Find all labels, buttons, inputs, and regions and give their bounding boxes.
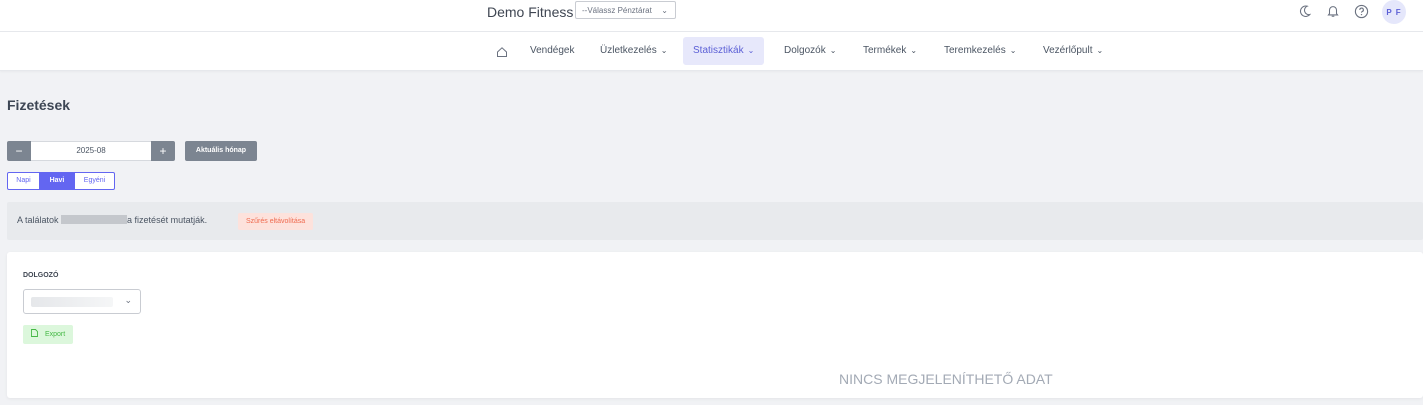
page-title: Fizetések bbox=[7, 97, 71, 113]
top-header: Demo Fitness --Válassz Pénztárat ⌄ P F bbox=[0, 0, 1423, 32]
month-value[interactable]: 2025-08 bbox=[31, 141, 151, 161]
employee-label: DOLGOZÓ bbox=[23, 272, 59, 279]
moon-icon[interactable] bbox=[1296, 2, 1314, 20]
chevron-down-icon: ⌄ bbox=[910, 46, 918, 55]
next-month-button[interactable]: + bbox=[151, 141, 175, 161]
view-mode-monthly[interactable]: Havi bbox=[40, 172, 74, 190]
nav-item-label: Teremkezelés bbox=[944, 45, 1006, 56]
nav-item-statisztikak[interactable]: Statisztikák ⌄ bbox=[683, 37, 765, 65]
nav-item-termekek[interactable]: Termékek ⌄ bbox=[863, 37, 917, 65]
nav-item-label: Vendégek bbox=[530, 45, 575, 56]
view-mode-custom[interactable]: Egyéni bbox=[74, 172, 115, 190]
filter-prefix: A találatok bbox=[17, 215, 59, 225]
brand-name: Demo Fitness bbox=[487, 4, 574, 20]
file-icon bbox=[31, 329, 40, 338]
nav-item-label: Dolgozók bbox=[784, 45, 826, 56]
payments-card: DOLGOZÓ ⌄ Export NINCS MEGJELENÍTHETŐ AD… bbox=[7, 252, 1423, 398]
export-button[interactable]: Export bbox=[23, 325, 74, 344]
chevron-down-icon: ⌄ bbox=[124, 295, 132, 305]
help-icon[interactable] bbox=[1352, 2, 1370, 20]
chevron-down-icon: ⌄ bbox=[1009, 46, 1017, 55]
nav-item-label: Termékek bbox=[863, 45, 907, 56]
chevron-down-icon: ⌄ bbox=[1096, 46, 1104, 55]
chevron-down-icon: ⌄ bbox=[747, 46, 755, 55]
nav-item-dolgozok[interactable]: Dolgozók ⌄ bbox=[784, 37, 836, 65]
employee-select[interactable]: ⌄ bbox=[23, 289, 141, 314]
nav-item-uzletkezeles[interactable]: Üzletkezelés ⌄ bbox=[600, 37, 667, 65]
filter-info-text: A találatok a fizetését mutatják. bbox=[17, 215, 207, 225]
bell-icon[interactable] bbox=[1324, 2, 1342, 20]
nav-item-vendegek[interactable]: Vendégek bbox=[530, 37, 575, 65]
home-icon[interactable] bbox=[496, 45, 508, 57]
nav-item-label: Vezérlőpult bbox=[1043, 45, 1093, 56]
chevron-down-icon: ⌄ bbox=[661, 6, 668, 15]
main-nav: Vendégek Üzletkezelés ⌄ Statisztikák ⌄ Dol… bbox=[0, 32, 1423, 71]
chevron-down-icon: ⌄ bbox=[660, 46, 668, 55]
nav-item-vezerlopult[interactable]: Vezérlőpult ⌄ bbox=[1043, 37, 1103, 65]
empty-state-text: NINCS MEGJELENÍTHETŐ ADAT bbox=[839, 371, 1053, 387]
remove-filter-button[interactable]: Szűrés eltávolítása bbox=[238, 213, 314, 230]
filter-suffix: a fizetését mutatják. bbox=[127, 215, 208, 225]
view-mode-daily[interactable]: Napi bbox=[7, 172, 40, 190]
redacted-selected-value bbox=[31, 297, 113, 307]
redacted-name bbox=[61, 215, 128, 224]
register-select[interactable]: --Válassz Pénztárat ⌄ bbox=[575, 1, 676, 19]
current-month-button[interactable]: Aktuális hónap bbox=[185, 141, 257, 161]
chevron-down-icon: ⌄ bbox=[829, 46, 837, 55]
filter-info-bar: A találatok a fizetését mutatják. Szűrés… bbox=[7, 202, 1423, 240]
register-select-value: --Válassz Pénztárat bbox=[582, 6, 652, 15]
nav-item-label: Statisztikák bbox=[693, 45, 744, 56]
avatar[interactable]: P F bbox=[1382, 0, 1406, 24]
nav-item-label: Üzletkezelés bbox=[600, 45, 657, 56]
previous-month-button[interactable]: − bbox=[7, 141, 31, 161]
export-label: Export bbox=[44, 331, 66, 338]
nav-item-teremkezeles[interactable]: Teremkezelés ⌄ bbox=[944, 37, 1016, 65]
